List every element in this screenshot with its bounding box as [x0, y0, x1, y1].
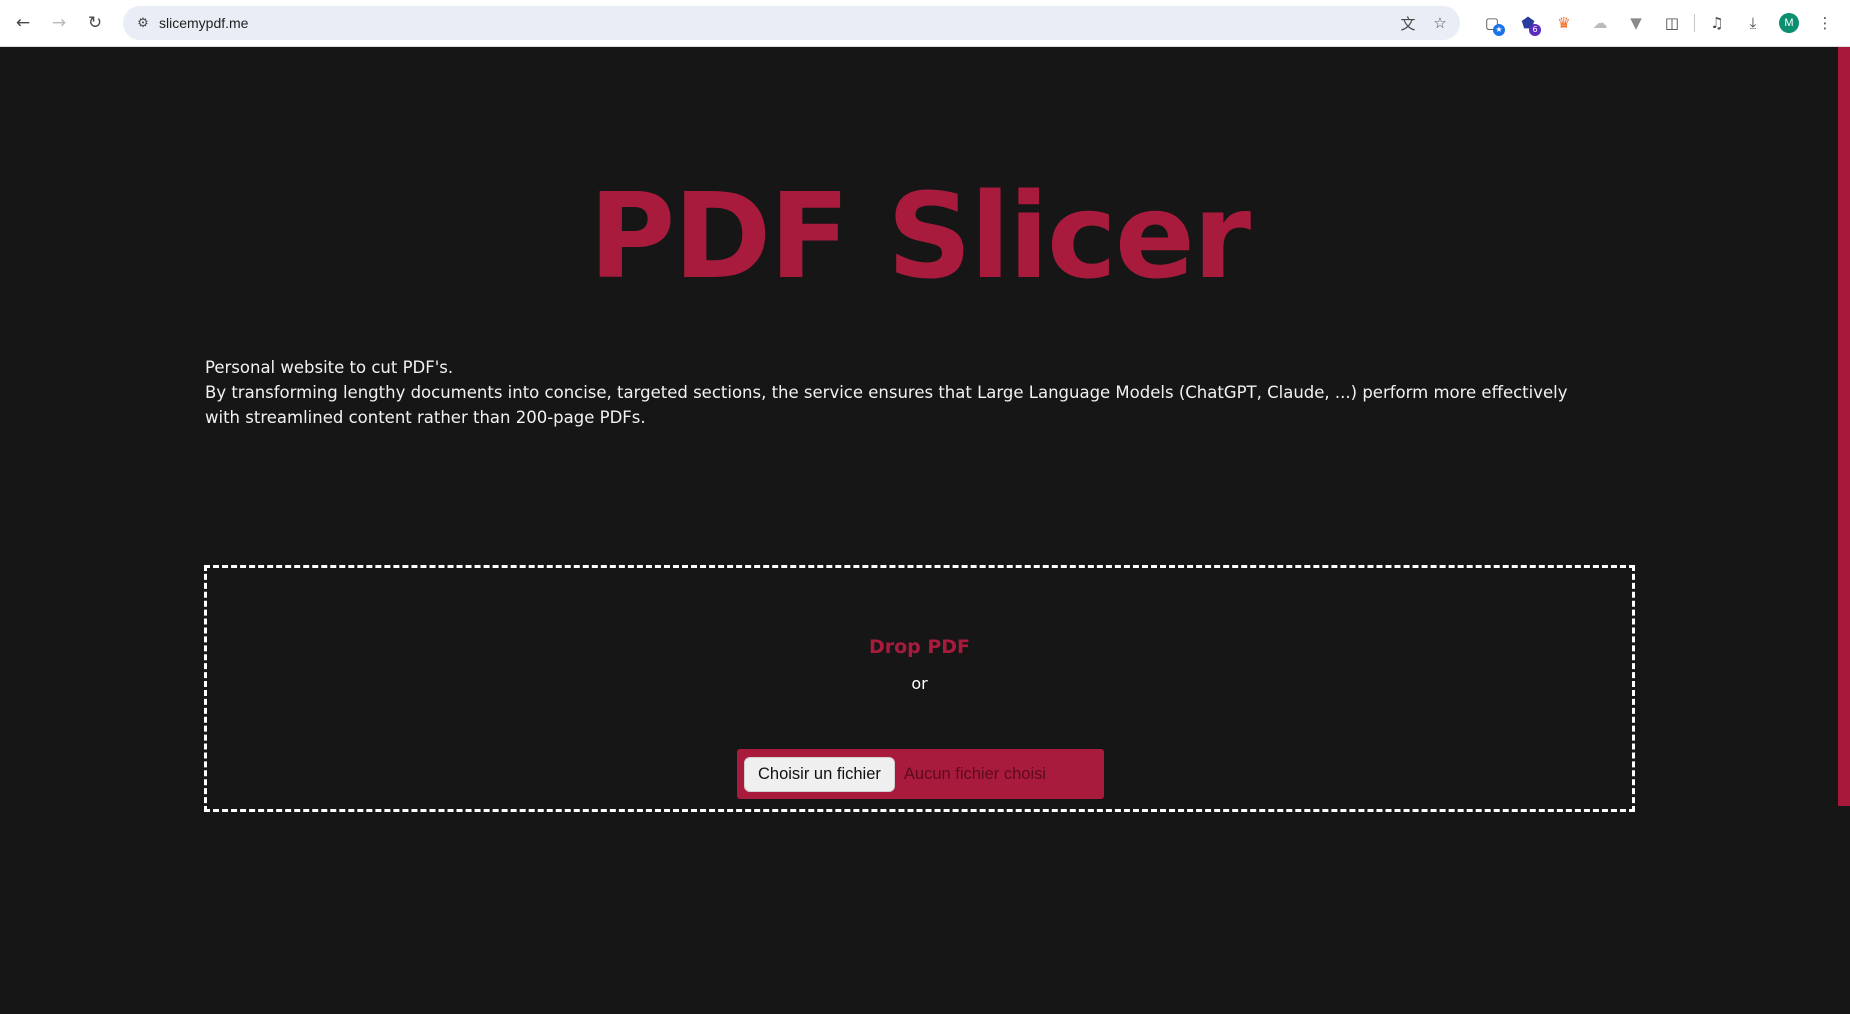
extension-badge-count: 6: [1529, 24, 1541, 36]
avatar: M: [1779, 13, 1799, 33]
media-controls-icon[interactable]: ♫: [1699, 6, 1735, 40]
url-text[interactable]: slicemypdf.me: [159, 15, 248, 31]
forward-arrow-icon[interactable]: →: [42, 6, 76, 40]
extensions-bar: ▢ ★ ⬟ 6 ♛ ☁ ▼ ◫ ♫ ⤓ M ⋮: [1474, 6, 1843, 40]
toolbar-separator: [1694, 14, 1695, 32]
downloads-icon[interactable]: ⤓: [1735, 6, 1771, 40]
extension-badge-icon: ★: [1493, 24, 1505, 36]
page-description: Personal website to cut PDF's. By transf…: [205, 355, 1605, 430]
extension-screen-icon[interactable]: ▢ ★: [1474, 6, 1510, 40]
extension-shield-icon[interactable]: ⬟ 6: [1510, 6, 1546, 40]
bookmark-star-icon[interactable]: ☆: [1428, 11, 1452, 35]
back-arrow-icon[interactable]: ←: [6, 6, 40, 40]
profile-avatar[interactable]: M: [1771, 6, 1807, 40]
extension-cloud-icon[interactable]: ☁: [1582, 6, 1618, 40]
file-input[interactable]: Choisir un fichier Aucun fichier choisi: [737, 749, 1104, 799]
browser-toolbar: ← → ↻ ⚙ slicemypdf.me 文 ☆ ▢ ★ ⬟ 6 ♛ ☁ ▼ ◫ …: [0, 0, 1850, 47]
description-line: Personal website to cut PDF's.: [205, 358, 454, 377]
extensions-puzzle-icon[interactable]: ◫: [1654, 6, 1690, 40]
page-content: PDF Slicer Personal website to cut PDF's…: [0, 47, 1850, 1014]
reload-icon[interactable]: ↻: [78, 6, 112, 40]
file-status-text: Aucun fichier choisi: [903, 764, 1047, 783]
page-title: PDF Slicer: [588, 167, 1251, 305]
extension-fox-icon[interactable]: ♛: [1546, 6, 1582, 40]
translate-icon[interactable]: 文: [1396, 11, 1420, 35]
pdf-dropzone[interactable]: Drop PDF or Choisir un fichier Aucun fic…: [204, 565, 1635, 812]
menu-kebab-icon[interactable]: ⋮: [1807, 6, 1843, 40]
scrollbar-thumb[interactable]: [1838, 47, 1850, 806]
description-line: By transforming lengthy documents into c…: [205, 383, 1568, 427]
extension-v-icon[interactable]: ▼: [1618, 6, 1654, 40]
choose-file-button[interactable]: Choisir un fichier: [744, 756, 895, 792]
address-bar[interactable]: ⚙ slicemypdf.me 文 ☆: [123, 6, 1460, 40]
dropzone-separator: or: [911, 674, 928, 693]
site-info-icon[interactable]: ⚙: [131, 11, 155, 35]
dropzone-title: Drop PDF: [868, 636, 971, 658]
